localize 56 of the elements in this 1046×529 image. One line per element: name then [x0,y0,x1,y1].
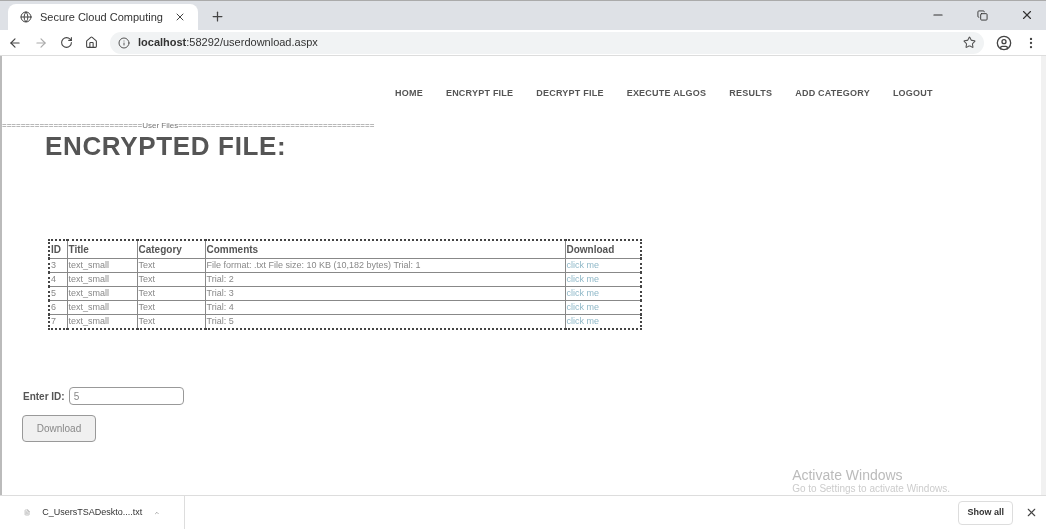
restore-icon[interactable] [977,10,988,21]
id-input-field[interactable]: 5 [68,387,184,405]
table-cell: text_small [68,302,109,312]
column-header: Category [137,240,205,259]
table-cell: text_small [68,316,109,326]
table-cell: Text [138,302,155,312]
table-cell: 3 [51,260,56,270]
nav-link[interactable]: RESULTS [729,87,773,118]
downloaded-file-name[interactable]: C_UsersTSADeskto....txt [42,505,143,520]
activation-title: Activate Windows [792,467,904,483]
nav-link[interactable]: HOME [395,87,423,118]
nav-link[interactable]: LOGOUT [892,87,933,118]
close-icon[interactable] [1025,506,1038,519]
close-icon[interactable] [174,11,186,23]
table-cell: 5 [51,288,56,298]
nav-link[interactable]: EXECUTE ALGOS [626,87,707,118]
table-cell: Text [138,260,155,270]
table-cell: File format: .txt File size: 10 KB (10,182 bytes) Trial: 1 [206,260,421,270]
page-heading: ENCRYPTED FILE: [45,131,288,161]
table-cell: Text [138,316,155,326]
column-header: Comments [205,240,565,259]
bookmark-star-icon[interactable] [963,36,976,49]
column-header: ID [49,240,67,259]
table-cell: text_small [68,274,109,284]
nav-link[interactable]: DECRYPT FILE [536,87,604,118]
table-cell: 4 [51,274,56,284]
reload-icon[interactable] [60,36,73,49]
address-bar[interactable]: localhost:58292/userdownload.aspx [110,31,984,54]
globe-icon [20,11,32,23]
table-cell: 7 [51,316,56,326]
table-cell: text_small [68,288,109,298]
show-all-button[interactable]: Show all [958,500,1013,525]
table-cell: Trial: 2 [206,274,234,284]
table-cell: Trial: 4 [206,302,234,312]
new-tab-icon[interactable] [210,9,225,24]
table-cell: Trial: 5 [206,316,234,326]
back-icon[interactable] [8,35,22,50]
column-header: Title [67,240,137,259]
table-cell: 6 [51,302,56,312]
browser-tab[interactable]: Secure Cloud Computing [8,4,198,30]
scrollbar[interactable] [1041,56,1046,495]
nav-link[interactable]: ENCRYPT FILE [445,87,514,118]
url-text: localhost:58292/userdownload.aspx [138,35,318,51]
table-cell: text_small [68,260,109,270]
file-icon [24,506,31,519]
close-icon[interactable] [1020,8,1034,22]
tab-title: Secure Cloud Computing [40,9,164,25]
table-cell: Trial: 3 [206,288,234,298]
profile-icon[interactable] [996,34,1012,51]
table-cell: Text [138,288,155,298]
home-icon[interactable] [85,36,98,49]
id-label: Enter ID: [23,389,65,404]
table-cell: Text [138,274,155,284]
section-divider: ==============================User Files========================================== [2,121,376,131]
nav-link[interactable]: ADD CATEGORY [795,87,870,118]
info-icon [118,36,130,49]
